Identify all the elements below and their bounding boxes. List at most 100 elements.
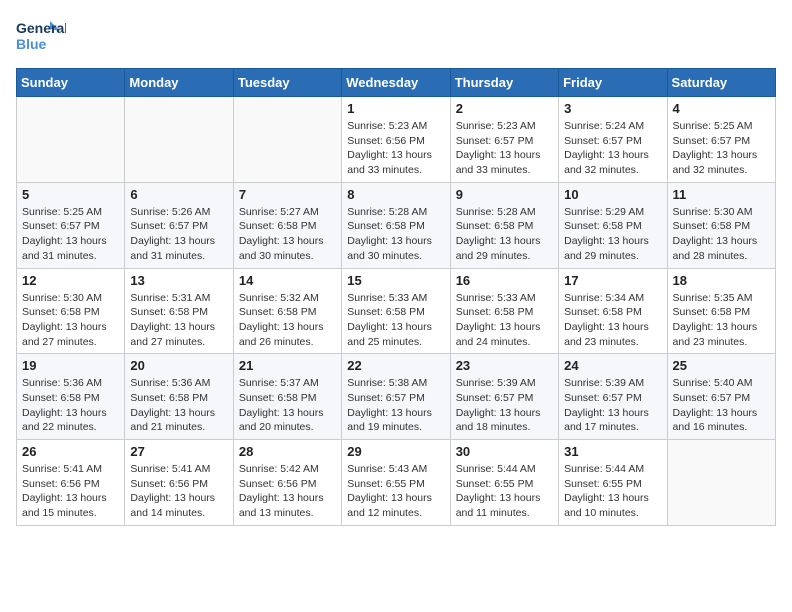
day-number: 16 bbox=[456, 273, 553, 288]
calendar-week-2: 5Sunrise: 5:25 AMSunset: 6:57 PMDaylight… bbox=[17, 182, 776, 268]
calendar-week-3: 12Sunrise: 5:30 AMSunset: 6:58 PMDayligh… bbox=[17, 268, 776, 354]
calendar-cell: 6 Sunrise: 5:26 AMSunset: 6:57 PMDaylight… bbox=[125, 182, 233, 268]
day-info: Sunrise: 5:44 AMSunset: 6:55 PMDaylight:… bbox=[564, 462, 661, 521]
page-header: GeneralBlue bbox=[16, 16, 776, 56]
calendar-cell: 7 Sunrise: 5:27 AMSunset: 6:58 PMDaylight… bbox=[233, 182, 341, 268]
calendar-cell: 18 Sunrise: 5:35 AMSunset: 6:58 PMDayligh… bbox=[667, 268, 775, 354]
calendar-cell: 25 Sunrise: 5:40 AMSunset: 6:57 PMDayligh… bbox=[667, 354, 775, 440]
calendar-cell: 17 Sunrise: 5:34 AMSunset: 6:58 PMDayligh… bbox=[559, 268, 667, 354]
calendar-cell: 12Sunrise: 5:30 AMSunset: 6:58 PMDayligh… bbox=[17, 268, 125, 354]
calendar-cell: 28 Sunrise: 5:42 AMSunset: 6:56 PMDayligh… bbox=[233, 440, 341, 526]
day-info: Sunrise: 5:32 AMSunset: 6:58 PMDaylight:… bbox=[239, 291, 336, 350]
day-number: 22 bbox=[347, 358, 444, 373]
day-number: 25 bbox=[673, 358, 770, 373]
weekday-header-monday: Monday bbox=[125, 69, 233, 97]
day-info: Sunrise: 5:28 AMSunset: 6:58 PMDaylight:… bbox=[347, 205, 444, 264]
day-number: 7 bbox=[239, 187, 336, 202]
day-number: 27 bbox=[130, 444, 227, 459]
day-info: Sunrise: 5:31 AMSunset: 6:58 PMDaylight:… bbox=[130, 291, 227, 350]
svg-text:General: General bbox=[16, 20, 66, 36]
logo-svg: GeneralBlue bbox=[16, 16, 66, 56]
day-info: Sunrise: 5:25 AMSunset: 6:57 PMDaylight:… bbox=[673, 119, 770, 178]
day-number: 10 bbox=[564, 187, 661, 202]
day-number: 4 bbox=[673, 101, 770, 116]
day-info: Sunrise: 5:37 AMSunset: 6:58 PMDaylight:… bbox=[239, 376, 336, 435]
calendar-cell: 29 Sunrise: 5:43 AMSunset: 6:55 PMDayligh… bbox=[342, 440, 450, 526]
calendar-week-5: 26Sunrise: 5:41 AMSunset: 6:56 PMDayligh… bbox=[17, 440, 776, 526]
calendar-cell: 13 Sunrise: 5:31 AMSunset: 6:58 PMDayligh… bbox=[125, 268, 233, 354]
calendar-cell: 26Sunrise: 5:41 AMSunset: 6:56 PMDayligh… bbox=[17, 440, 125, 526]
calendar-week-4: 19Sunrise: 5:36 AMSunset: 6:58 PMDayligh… bbox=[17, 354, 776, 440]
calendar-cell: 1 Sunrise: 5:23 AMSunset: 6:56 PMDaylight… bbox=[342, 97, 450, 183]
calendar-cell: 5Sunrise: 5:25 AMSunset: 6:57 PMDaylight… bbox=[17, 182, 125, 268]
calendar-cell: 15 Sunrise: 5:33 AMSunset: 6:58 PMDayligh… bbox=[342, 268, 450, 354]
day-info: Sunrise: 5:24 AMSunset: 6:57 PMDaylight:… bbox=[564, 119, 661, 178]
day-info: Sunrise: 5:30 AMSunset: 6:58 PMDaylight:… bbox=[673, 205, 770, 264]
day-info: Sunrise: 5:36 AMSunset: 6:58 PMDaylight:… bbox=[130, 376, 227, 435]
day-info: Sunrise: 5:39 AMSunset: 6:57 PMDaylight:… bbox=[456, 376, 553, 435]
day-number: 6 bbox=[130, 187, 227, 202]
day-number: 1 bbox=[347, 101, 444, 116]
calendar-cell: 2 Sunrise: 5:23 AMSunset: 6:57 PMDaylight… bbox=[450, 97, 558, 183]
day-info: Sunrise: 5:23 AMSunset: 6:57 PMDaylight:… bbox=[456, 119, 553, 178]
calendar-cell: 22 Sunrise: 5:38 AMSunset: 6:57 PMDayligh… bbox=[342, 354, 450, 440]
calendar-cell bbox=[17, 97, 125, 183]
calendar-cell bbox=[233, 97, 341, 183]
day-info: Sunrise: 5:35 AMSunset: 6:58 PMDaylight:… bbox=[673, 291, 770, 350]
weekday-header-row: SundayMondayTuesdayWednesdayThursdayFrid… bbox=[17, 69, 776, 97]
day-number: 31 bbox=[564, 444, 661, 459]
day-number: 2 bbox=[456, 101, 553, 116]
calendar-cell: 9Sunrise: 5:28 AMSunset: 6:58 PMDaylight… bbox=[450, 182, 558, 268]
day-info: Sunrise: 5:36 AMSunset: 6:58 PMDaylight:… bbox=[22, 376, 119, 435]
svg-text:Blue: Blue bbox=[16, 36, 47, 52]
weekday-header-thursday: Thursday bbox=[450, 69, 558, 97]
day-number: 11 bbox=[673, 187, 770, 202]
calendar-cell: 4 Sunrise: 5:25 AMSunset: 6:57 PMDaylight… bbox=[667, 97, 775, 183]
day-number: 15 bbox=[347, 273, 444, 288]
calendar-table: SundayMondayTuesdayWednesdayThursdayFrid… bbox=[16, 68, 776, 526]
day-number: 17 bbox=[564, 273, 661, 288]
calendar-cell: 27Sunrise: 5:41 AMSunset: 6:56 PMDayligh… bbox=[125, 440, 233, 526]
day-info: Sunrise: 5:34 AMSunset: 6:58 PMDaylight:… bbox=[564, 291, 661, 350]
day-info: Sunrise: 5:28 AMSunset: 6:58 PMDaylight:… bbox=[456, 205, 553, 264]
day-info: Sunrise: 5:44 AMSunset: 6:55 PMDaylight:… bbox=[456, 462, 553, 521]
day-info: Sunrise: 5:23 AMSunset: 6:56 PMDaylight:… bbox=[347, 119, 444, 178]
calendar-cell: 23 Sunrise: 5:39 AMSunset: 6:57 PMDayligh… bbox=[450, 354, 558, 440]
day-number: 28 bbox=[239, 444, 336, 459]
day-info: Sunrise: 5:26 AMSunset: 6:57 PMDaylight:… bbox=[130, 205, 227, 264]
calendar-cell: 24 Sunrise: 5:39 AMSunset: 6:57 PMDayligh… bbox=[559, 354, 667, 440]
day-number: 30 bbox=[456, 444, 553, 459]
calendar-cell: 31 Sunrise: 5:44 AMSunset: 6:55 PMDayligh… bbox=[559, 440, 667, 526]
calendar-cell: 3 Sunrise: 5:24 AMSunset: 6:57 PMDaylight… bbox=[559, 97, 667, 183]
day-number: 23 bbox=[456, 358, 553, 373]
calendar-cell: 14 Sunrise: 5:32 AMSunset: 6:58 PMDayligh… bbox=[233, 268, 341, 354]
day-number: 18 bbox=[673, 273, 770, 288]
day-number: 26 bbox=[22, 444, 119, 459]
day-info: Sunrise: 5:43 AMSunset: 6:55 PMDaylight:… bbox=[347, 462, 444, 521]
calendar-cell: 20Sunrise: 5:36 AMSunset: 6:58 PMDayligh… bbox=[125, 354, 233, 440]
calendar-cell bbox=[667, 440, 775, 526]
weekday-header-tuesday: Tuesday bbox=[233, 69, 341, 97]
calendar-cell: 10Sunrise: 5:29 AMSunset: 6:58 PMDayligh… bbox=[559, 182, 667, 268]
day-number: 21 bbox=[239, 358, 336, 373]
calendar-cell: 21 Sunrise: 5:37 AMSunset: 6:58 PMDayligh… bbox=[233, 354, 341, 440]
day-number: 29 bbox=[347, 444, 444, 459]
calendar-cell: 8Sunrise: 5:28 AMSunset: 6:58 PMDaylight… bbox=[342, 182, 450, 268]
day-number: 24 bbox=[564, 358, 661, 373]
calendar-cell: 11 Sunrise: 5:30 AMSunset: 6:58 PMDayligh… bbox=[667, 182, 775, 268]
day-info: Sunrise: 5:39 AMSunset: 6:57 PMDaylight:… bbox=[564, 376, 661, 435]
day-info: Sunrise: 5:38 AMSunset: 6:57 PMDaylight:… bbox=[347, 376, 444, 435]
calendar-cell: 19Sunrise: 5:36 AMSunset: 6:58 PMDayligh… bbox=[17, 354, 125, 440]
day-info: Sunrise: 5:40 AMSunset: 6:57 PMDaylight:… bbox=[673, 376, 770, 435]
day-info: Sunrise: 5:33 AMSunset: 6:58 PMDaylight:… bbox=[347, 291, 444, 350]
day-info: Sunrise: 5:30 AMSunset: 6:58 PMDaylight:… bbox=[22, 291, 119, 350]
day-number: 3 bbox=[564, 101, 661, 116]
calendar-week-1: 1 Sunrise: 5:23 AMSunset: 6:56 PMDaylight… bbox=[17, 97, 776, 183]
day-info: Sunrise: 5:42 AMSunset: 6:56 PMDaylight:… bbox=[239, 462, 336, 521]
weekday-header-friday: Friday bbox=[559, 69, 667, 97]
day-info: Sunrise: 5:33 AMSunset: 6:58 PMDaylight:… bbox=[456, 291, 553, 350]
day-info: Sunrise: 5:27 AMSunset: 6:58 PMDaylight:… bbox=[239, 205, 336, 264]
day-number: 13 bbox=[130, 273, 227, 288]
weekday-header-saturday: Saturday bbox=[667, 69, 775, 97]
day-number: 14 bbox=[239, 273, 336, 288]
